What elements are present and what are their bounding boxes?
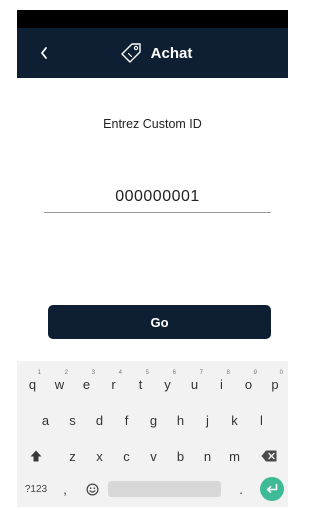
period-key[interactable]: .: [231, 474, 251, 504]
chevron-left-icon: [41, 47, 47, 59]
key-s[interactable]: s: [59, 405, 86, 435]
key-g[interactable]: g: [140, 405, 167, 435]
key-u[interactable]: u7: [181, 369, 208, 399]
go-button[interactable]: Go: [48, 305, 271, 339]
comma-key[interactable]: ,: [55, 474, 75, 504]
symbols-key[interactable]: ?123: [19, 474, 53, 504]
price-tag-icon: [120, 43, 141, 63]
key-r[interactable]: r4: [100, 369, 127, 399]
phone-screen: Achat Entrez Custom ID Go q1 w2 e3 r4 t5…: [17, 10, 288, 507]
key-q[interactable]: q1: [19, 369, 46, 399]
key-x[interactable]: x: [86, 441, 113, 471]
key-j[interactable]: j: [194, 405, 221, 435]
key-a[interactable]: a: [32, 405, 59, 435]
keyboard-row-3: z x c v b n m: [17, 441, 288, 471]
keyboard-row-1: q1 w2 e3 r4 t5 y6 u7 i8 o9 p0: [17, 369, 288, 399]
key-v[interactable]: v: [140, 441, 167, 471]
shift-key[interactable]: [21, 441, 51, 471]
key-f[interactable]: f: [113, 405, 140, 435]
key-z[interactable]: z: [59, 441, 86, 471]
key-n[interactable]: n: [194, 441, 221, 471]
key-m[interactable]: m: [221, 441, 248, 471]
soft-keyboard: q1 w2 e3 r4 t5 y6 u7 i8 o9 p0 a s d f g …: [17, 361, 288, 507]
key-o[interactable]: o9: [235, 369, 262, 399]
enter-key[interactable]: [260, 477, 284, 501]
space-key[interactable]: [108, 481, 221, 497]
emoji-key[interactable]: [79, 474, 105, 504]
status-bar: [17, 10, 288, 28]
key-p[interactable]: p0: [262, 369, 288, 399]
key-y[interactable]: y6: [154, 369, 181, 399]
backspace-icon: [261, 450, 277, 462]
custom-id-input[interactable]: [44, 181, 271, 213]
key-l[interactable]: l: [248, 405, 275, 435]
backspace-key[interactable]: [253, 441, 285, 471]
key-d[interactable]: d: [86, 405, 113, 435]
key-h[interactable]: h: [167, 405, 194, 435]
emoji-icon: [86, 483, 98, 495]
shift-icon: [30, 450, 42, 462]
key-b[interactable]: b: [167, 441, 194, 471]
key-c[interactable]: c: [113, 441, 140, 471]
enter-icon: [266, 483, 278, 493]
keyboard-row-4: ?123 , .: [17, 474, 288, 504]
key-i[interactable]: i8: [208, 369, 235, 399]
keyboard-row-2: a s d f g h j k l: [17, 405, 288, 435]
app-title-group: Achat: [119, 41, 193, 65]
key-w[interactable]: w2: [46, 369, 73, 399]
key-e[interactable]: e3: [73, 369, 100, 399]
key-t[interactable]: t5: [127, 369, 154, 399]
back-button[interactable]: [29, 36, 59, 70]
page-title: Achat: [150, 44, 193, 62]
key-k[interactable]: k: [221, 405, 248, 435]
custom-id-prompt: Entrez Custom ID: [103, 117, 202, 131]
app-bar: Achat: [17, 28, 288, 78]
